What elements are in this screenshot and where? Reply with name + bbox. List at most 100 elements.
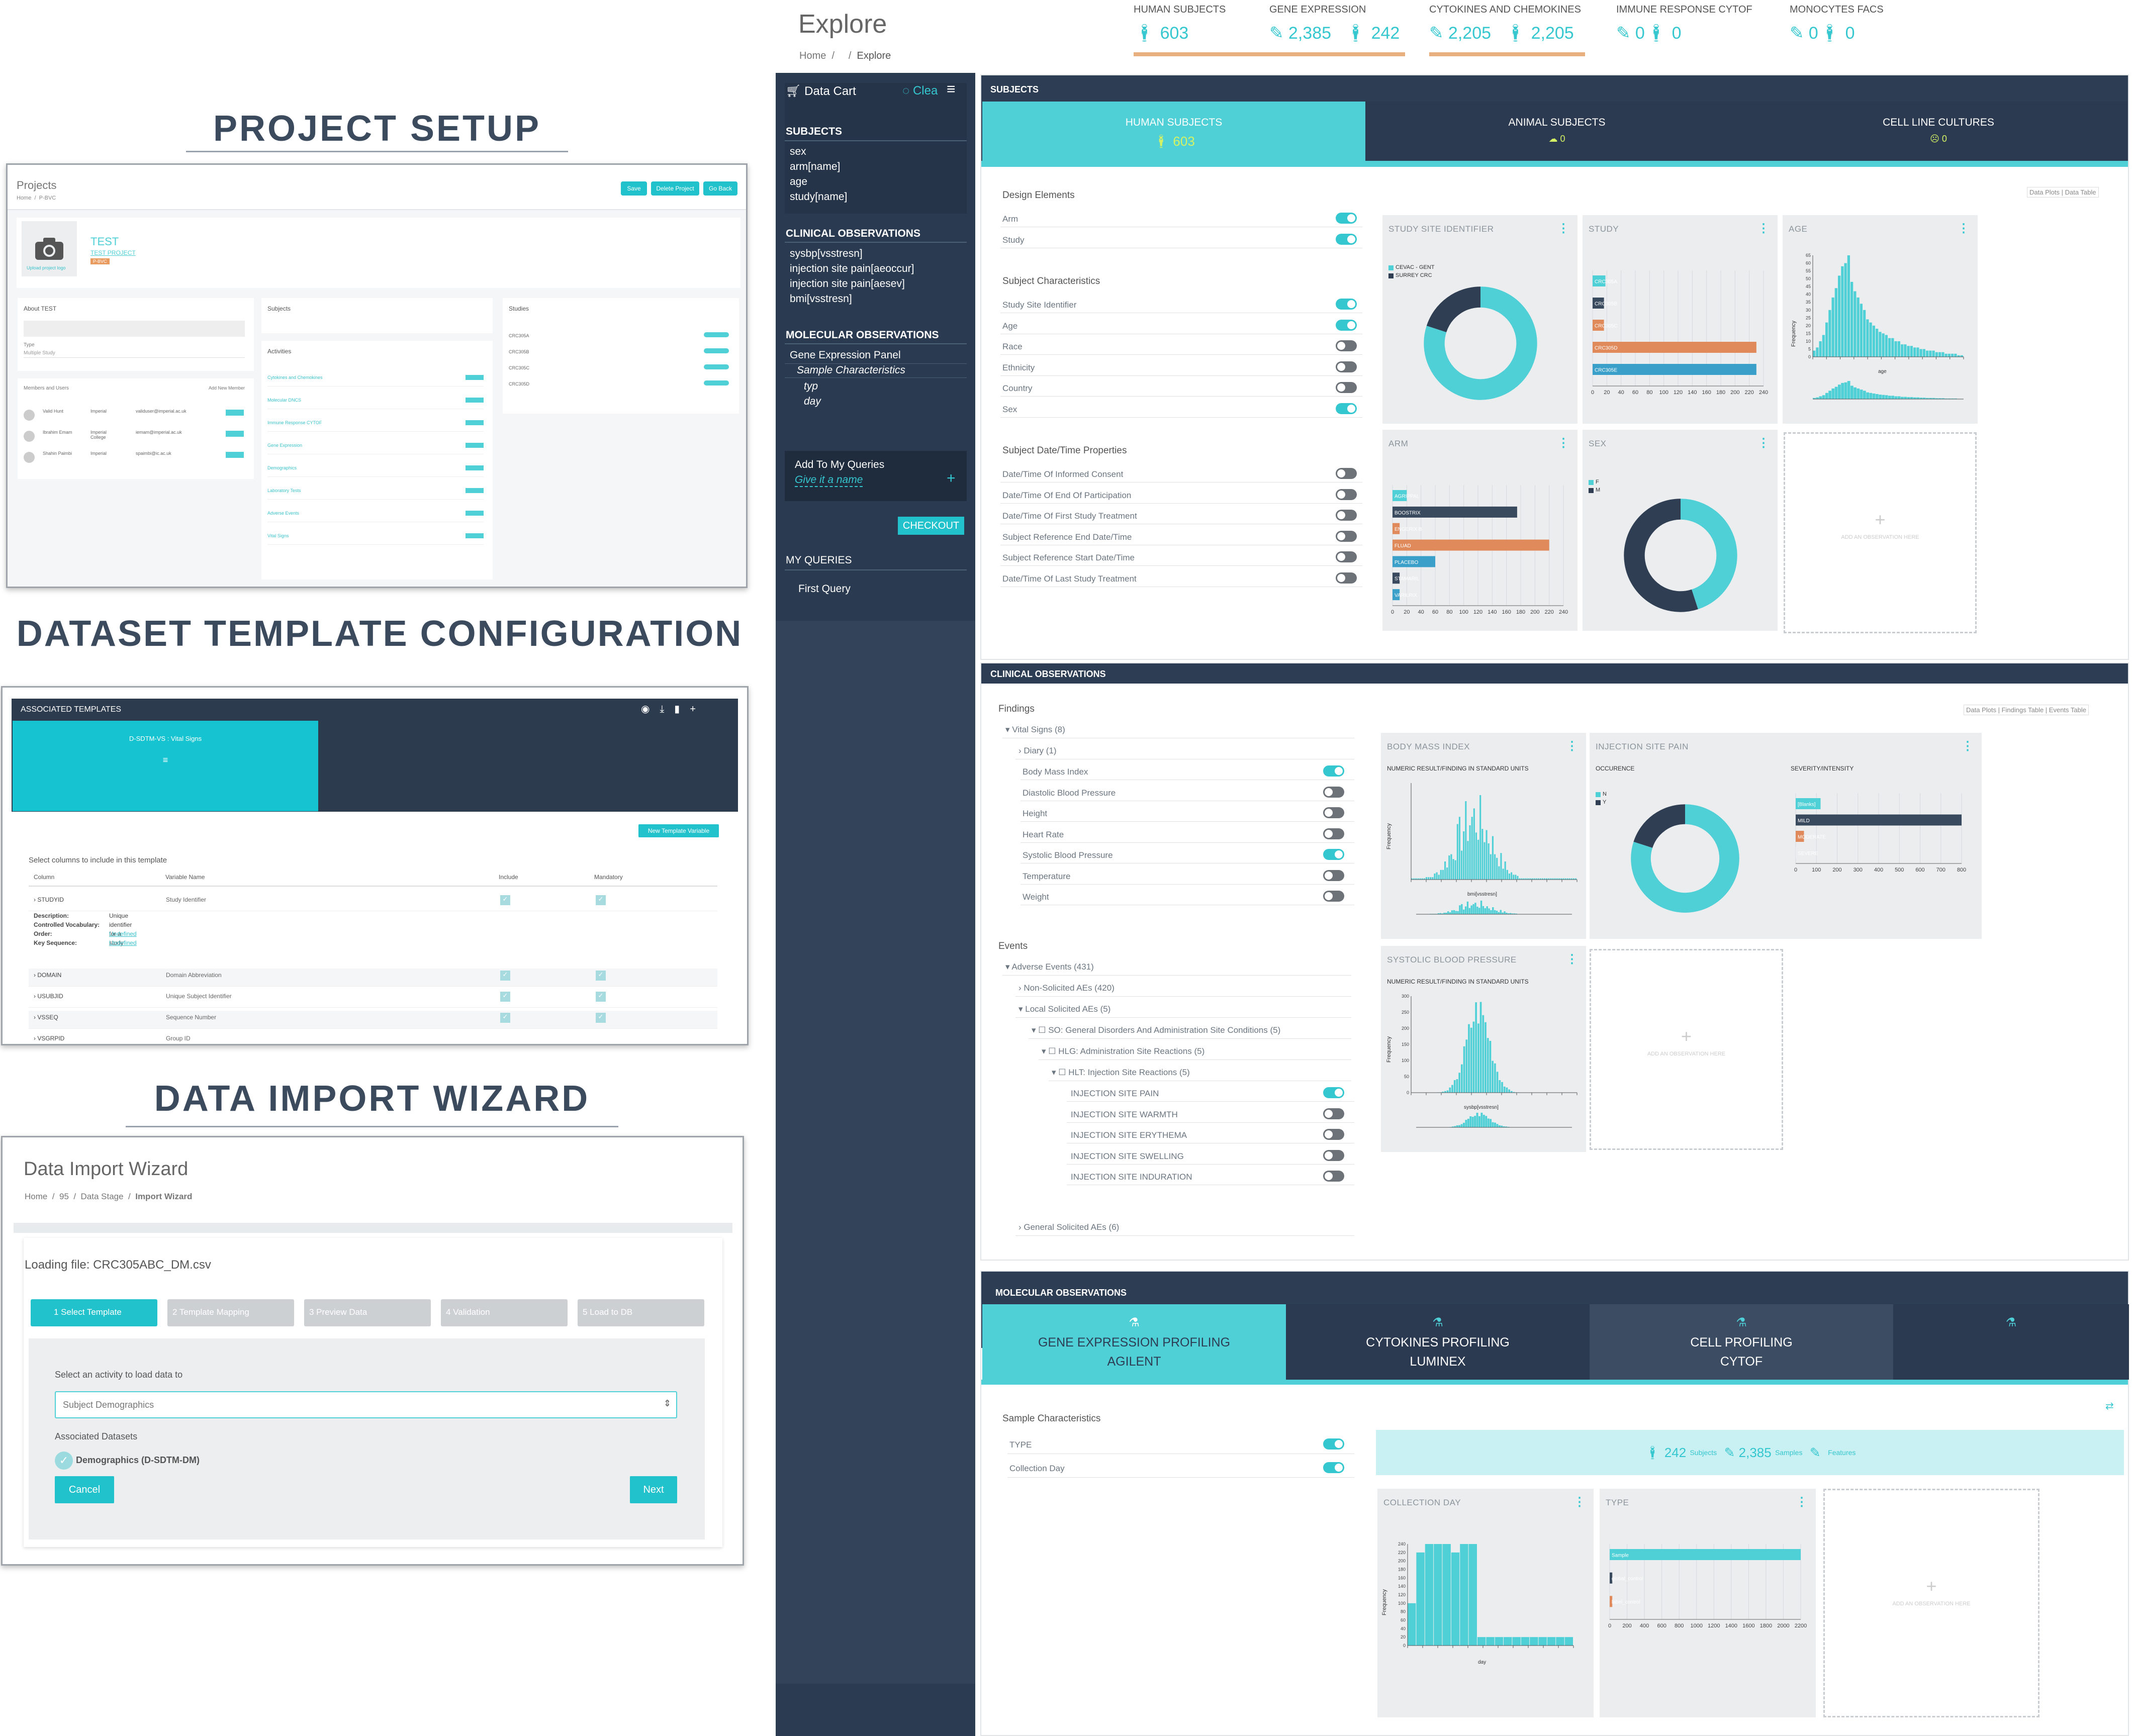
- cart-molecular-item[interactable]: day: [804, 396, 821, 408]
- tree-node[interactable]: ▾ ☐ HLG: Administration Site Reactions (…: [1042, 1046, 1204, 1056]
- injection-toggle[interactable]: [1323, 1129, 1344, 1140]
- clinical-view-toggle[interactable]: Data Plots | Findings Table | Events Tab…: [1964, 705, 2089, 715]
- delete-icon[interactable]: ▮: [674, 704, 690, 715]
- cart-molecular-item[interactable]: Gene Expression Panel: [790, 349, 901, 361]
- field-toggle[interactable]: [1336, 299, 1357, 310]
- new-template-variable-button[interactable]: New Template Variable: [638, 824, 719, 837]
- column-name[interactable]: › STUDYID: [34, 896, 64, 903]
- activity-item[interactable]: Demographics: [267, 465, 297, 470]
- stat-cytokines-and-chemokines[interactable]: CYTOKINES AND CHEMOKINES ✎ 2,205 🕴︎ 2,205: [1429, 4, 1595, 57]
- tab-cell-line-cultures[interactable]: CELL LINE CULTURES ☹︎ 0: [1748, 102, 2129, 161]
- wizard-step-4[interactable]: 4 Validation: [441, 1299, 568, 1326]
- activity-select[interactable]: Subject Demographics ⇕: [55, 1391, 677, 1418]
- tree-node[interactable]: › Non-Solicited AEs (420): [1018, 983, 1115, 993]
- tab-cell-profiling[interactable]: ⚗︎ CELL PROFILING CYTOF: [1590, 1304, 1893, 1380]
- delete-project-button[interactable]: Delete Project: [651, 181, 699, 196]
- injection-toggle[interactable]: [1323, 1171, 1344, 1182]
- add-observation-slot[interactable]: + ADD AN OBSERVATION HERE: [1590, 949, 1783, 1150]
- field-toggle[interactable]: [1336, 530, 1357, 542]
- tree-node[interactable]: › General Solicited AEs (6): [1018, 1222, 1119, 1232]
- field-toggle[interactable]: [1336, 340, 1357, 351]
- vital-toggle[interactable]: [1323, 807, 1344, 818]
- cart-clinical-item[interactable]: sysbp[vsstresn]: [790, 248, 863, 260]
- field-toggle[interactable]: [1336, 233, 1357, 245]
- field-toggle[interactable]: [1336, 468, 1357, 479]
- vital-toggle[interactable]: [1323, 891, 1344, 902]
- cart-subject-item[interactable]: arm[name]: [790, 161, 840, 173]
- tree-node[interactable]: ▾ Adverse Events (431): [1005, 962, 1094, 972]
- activity-item[interactable]: Vital Signs: [267, 533, 289, 538]
- field-toggle[interactable]: [1336, 551, 1357, 562]
- tree-node[interactable]: ▾ Local Solicited AEs (5): [1018, 1004, 1110, 1014]
- column-name[interactable]: › DOMAIN: [34, 972, 61, 979]
- vital-toggle[interactable]: [1323, 870, 1344, 881]
- card-menu-icon[interactable]: ⋮: [1757, 436, 1770, 450]
- field-toggle[interactable]: [1336, 510, 1357, 521]
- mandatory-checkbox[interactable]: ✓: [596, 992, 606, 1002]
- go-back-button[interactable]: Go Back: [703, 181, 737, 196]
- injection-toggle[interactable]: [1323, 1149, 1344, 1161]
- stat-human-subjects[interactable]: HUMAN SUBJECTS 🕴︎ 603: [1134, 4, 1269, 57]
- cart-clinical-item[interactable]: injection site pain[aesev]: [790, 278, 905, 290]
- add-observation-slot[interactable]: + ADD AN OBSERVATION HERE: [1784, 432, 1977, 633]
- saved-query-item[interactable]: First Query: [798, 583, 851, 595]
- card-menu-icon[interactable]: ⋮: [1557, 221, 1569, 236]
- injection-toggle[interactable]: [1323, 1087, 1344, 1098]
- card-menu-icon[interactable]: ⋮: [1757, 221, 1770, 236]
- cancel-button[interactable]: Cancel: [55, 1476, 114, 1503]
- card-menu-icon[interactable]: ⋮: [1796, 1495, 1808, 1509]
- wizard-step-3[interactable]: 3 Preview Data: [304, 1299, 431, 1326]
- view-icon[interactable]: ◉: [641, 704, 660, 715]
- cart-molecular-item[interactable]: typ: [804, 380, 818, 393]
- tree-node[interactable]: ▾ ☐ HLT: Injection Site Reactions (5): [1052, 1068, 1190, 1078]
- activity-item[interactable]: Immune Response CYTOF: [267, 420, 322, 425]
- field-toggle[interactable]: [1336, 489, 1357, 500]
- field-toggle[interactable]: [1336, 213, 1357, 224]
- field-toggle[interactable]: [1336, 572, 1357, 584]
- vital-toggle[interactable]: [1323, 828, 1344, 839]
- tab-human-subjects[interactable]: HUMAN SUBJECTS 🕴︎ 603: [982, 102, 1365, 161]
- activity-item[interactable]: Molecular DNCS: [267, 398, 301, 403]
- mandatory-checkbox[interactable]: ✓: [596, 895, 606, 905]
- clear-cart-button[interactable]: ◌ Clea: [902, 84, 938, 98]
- stat-immune-response-cytof[interactable]: IMMUNE RESPONSE CYTOF ✎ 0 🕴︎ 0: [1616, 4, 1772, 57]
- cart-subject-item[interactable]: study[name]: [790, 191, 847, 203]
- column-name[interactable]: › VSGRPID: [34, 1035, 64, 1042]
- activity-item[interactable]: Adverse Events: [267, 511, 299, 516]
- include-checkbox[interactable]: ✓: [500, 1013, 510, 1023]
- column-name[interactable]: › USUBJID: [34, 993, 63, 1000]
- save-button[interactable]: Save: [621, 181, 647, 196]
- template-tab[interactable]: D-SDTM-VS : Vital Signs ≡: [13, 721, 318, 811]
- tree-node[interactable]: ▾ ☐ SO: General Disorders And Administra…: [1032, 1025, 1280, 1035]
- upload-logo-link[interactable]: Upload project logo: [27, 265, 66, 270]
- next-button[interactable]: Next: [630, 1476, 677, 1503]
- injection-toggle[interactable]: [1323, 1108, 1344, 1119]
- wizard-step-1[interactable]: 1 Select Template: [31, 1299, 157, 1326]
- field-toggle[interactable]: [1336, 382, 1357, 393]
- include-checkbox[interactable]: ✓: [500, 992, 510, 1002]
- vital-toggle[interactable]: [1323, 765, 1344, 777]
- card-menu-icon[interactable]: ⋮: [1958, 221, 1970, 236]
- mandatory-checkbox[interactable]: ✓: [596, 1013, 606, 1023]
- include-checkbox[interactable]: ✓: [500, 895, 510, 905]
- vital-toggle[interactable]: [1323, 786, 1344, 798]
- breadcrumb-home[interactable]: Home: [799, 50, 826, 61]
- wizard-step-2[interactable]: 2 Template Mapping: [167, 1299, 294, 1326]
- vital-toggle[interactable]: [1323, 849, 1344, 860]
- field-toggle[interactable]: [1336, 403, 1357, 414]
- tree-node-diary[interactable]: › Diary (1): [1018, 746, 1057, 756]
- activity-item[interactable]: Cytokines and Chemokines: [267, 375, 323, 380]
- expand-icon[interactable]: ⇄: [2105, 1400, 2114, 1412]
- add-member-link[interactable]: Add New Member: [209, 385, 245, 391]
- mandatory-checkbox[interactable]: ✓: [596, 971, 606, 981]
- tab-gene-expression[interactable]: ⚗︎ GENE EXPRESSION PROFILING AGILENT: [982, 1304, 1286, 1380]
- card-menu-icon[interactable]: ⋮: [1557, 436, 1569, 450]
- field-toggle[interactable]: [1336, 361, 1357, 372]
- field-toggle[interactable]: [1336, 319, 1357, 331]
- menu-icon[interactable]: ≡: [13, 755, 318, 765]
- column-name[interactable]: › VSSEQ: [34, 1014, 58, 1021]
- cart-clinical-item[interactable]: injection site pain[aeoccur]: [790, 263, 914, 275]
- cart-clinical-item[interactable]: bmi[vsstresn]: [790, 293, 852, 305]
- tab-more[interactable]: ⚗︎: [1893, 1304, 2129, 1380]
- hamburger-icon[interactable]: ≡: [947, 81, 956, 98]
